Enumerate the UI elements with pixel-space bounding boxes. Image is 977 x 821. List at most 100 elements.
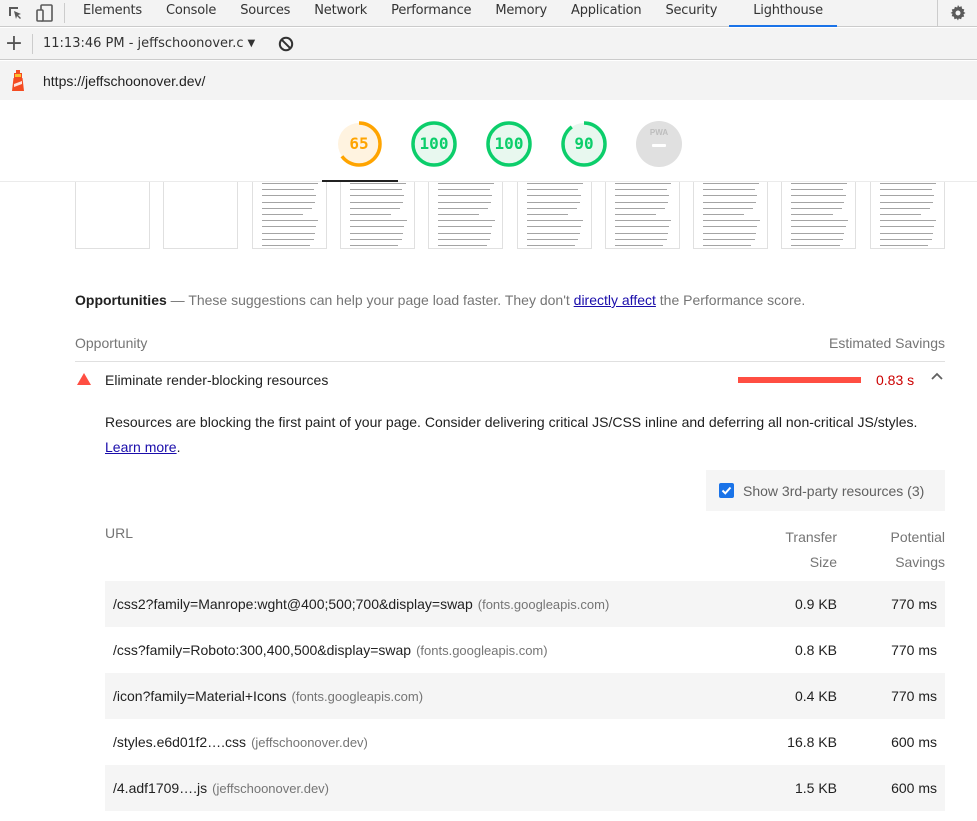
report-select[interactable]: 11:13:46 PM - jeffschoonover.c ▼ (43, 36, 255, 51)
third-party-label: Show 3rd-party resources (3) (743, 482, 925, 499)
resource-path: /4.adf1709….js (113, 780, 208, 796)
pwa-dash-icon (652, 144, 666, 147)
transfer-size-header-line1: Transfer (785, 529, 837, 545)
report-select-value: 11:13:46 PM - jeffschoonover.c (43, 36, 244, 51)
tab-network[interactable]: Network (302, 0, 379, 26)
filmstrip-frame (163, 182, 239, 249)
device-toolbar-button[interactable] (30, 0, 60, 26)
filmstrip-frame (516, 182, 592, 249)
tab-application[interactable]: Application (559, 0, 653, 26)
table-row: /css2?family=Manrope:wght@400;500;700&di… (105, 581, 945, 627)
transfer-size: 0.9 KB (794, 596, 837, 612)
estimated-savings-column: Estimated Savings (829, 335, 945, 351)
gear-icon (950, 5, 965, 21)
devtools-tab-bar: Elements Console Sources Network Performance… (0, 0, 977, 27)
tab-performance[interactable]: Performance (379, 0, 483, 26)
gauge-pwa[interactable]: PWA (635, 120, 683, 168)
inspect-element-button[interactable] (0, 0, 30, 26)
report-url-bar: https://jeffschoonover.dev/ (0, 61, 977, 100)
audit-title: Eliminate render-blocking resources (105, 372, 329, 388)
opportunity-column-headers: Opportunity Estimated Savings (75, 332, 945, 362)
directly-affect-link[interactable]: directly affect (574, 292, 656, 308)
opportunity-column: Opportunity (75, 335, 148, 351)
resource-path: /css2?family=Manrope:wght@400;500;700&di… (113, 596, 473, 612)
tab-elements[interactable]: Elements (71, 0, 154, 26)
chevron-up-icon[interactable] (930, 370, 944, 384)
resource-url: /styles.e6d01f2….css (jeffschoonover.dev) (113, 734, 368, 750)
tab-memory[interactable]: Memory (483, 0, 559, 26)
potential-savings-header-line2: Savings (895, 554, 945, 570)
resource-host: (fonts.googleapis.com) (477, 597, 610, 612)
potential-savings: 600 ms (891, 780, 937, 796)
opportunities-header: Opportunities — These suggestions can he… (75, 282, 945, 318)
filmstrip-frame (604, 182, 680, 249)
table-row: /4.adf1709….js (jeffschoonover.dev) 1.5 KB… (105, 765, 945, 811)
gauge-score: 90 (574, 134, 594, 153)
gauge-accessibility[interactable]: 100 (410, 120, 458, 168)
lighthouse-logo (0, 69, 36, 92)
device-icon (36, 4, 53, 22)
settings-button[interactable] (937, 0, 977, 26)
resource-host: (fonts.googleapis.com) (291, 689, 424, 704)
gauge-score: 100 (494, 134, 524, 153)
tab-console[interactable]: Console (154, 0, 228, 26)
resource-url: /css?family=Roboto:300,400,500&display=s… (113, 642, 548, 658)
gauge-best-practices[interactable]: 100 (485, 120, 533, 168)
resource-url: /4.adf1709….js (jeffschoonover.dev) (113, 780, 329, 796)
potential-savings: 770 ms (891, 596, 937, 612)
filmstrip-frame (339, 182, 415, 249)
potential-savings-column-header: Potential Savings (891, 525, 945, 575)
audit-description: Resources are blocking the first paint o… (105, 410, 925, 460)
gauge-score: 100 (419, 134, 449, 153)
checkmark-icon (721, 486, 732, 495)
opportunities-subtitle: These suggestions can help your page loa… (188, 292, 570, 308)
lighthouse-icon (12, 69, 24, 91)
clear-all-button[interactable] (277, 35, 295, 53)
dash: — (170, 292, 185, 308)
filmstrip-frame (75, 182, 150, 249)
tab-lighthouse[interactable]: Lighthouse (729, 0, 837, 27)
resource-path: /icon?family=Material+Icons (113, 688, 287, 704)
resource-path: /css?family=Roboto:300,400,500&display=s… (113, 642, 412, 658)
gauge-seo[interactable]: 90 (560, 120, 608, 168)
potential-savings: 770 ms (891, 642, 937, 658)
third-party-checkbox[interactable] (719, 483, 734, 498)
table-row: /icon?family=Material+Icons (fonts.google… (105, 673, 945, 719)
gauge-performance[interactable]: 65 (335, 120, 383, 168)
divider (64, 3, 65, 23)
filmstrip (75, 182, 945, 250)
potential-savings-header-line1: Potential (890, 529, 945, 545)
transfer-size: 0.8 KB (794, 642, 837, 658)
plus-icon: + (4, 30, 24, 56)
divider (32, 33, 33, 54)
opportunities-section: Opportunities — These suggestions can he… (75, 282, 945, 811)
filmstrip-frame (869, 182, 945, 249)
period: . (176, 439, 181, 455)
gauge-score: 65 (349, 134, 369, 153)
transfer-size-column-header: Transfer Size (785, 525, 837, 575)
url-column-header: URL (105, 525, 134, 541)
transfer-size: 1.5 KB (794, 780, 837, 796)
resource-url: /icon?family=Material+Icons (fonts.google… (113, 688, 423, 704)
filmstrip-frame (428, 182, 504, 249)
savings-bar (738, 377, 861, 383)
score-gauges: 65 100 100 90 PWA (0, 100, 977, 182)
resource-host: (jeffschoonover.dev) (212, 781, 330, 796)
audit-render-blocking[interactable]: Eliminate render-blocking resources 0.83… (75, 362, 945, 398)
opportunities-subtitle-end: the Performance score. (659, 292, 806, 308)
resource-table-header: URL Transfer Size Potential Savings (105, 521, 945, 579)
block-icon (278, 36, 294, 51)
tab-security[interactable]: Security (653, 0, 729, 26)
filmstrip-frame (693, 182, 769, 249)
learn-more-link[interactable]: Learn more (105, 439, 177, 455)
filmstrip-frame (781, 182, 857, 249)
resource-host: (jeffschoonover.dev) (251, 735, 368, 750)
table-row: /css?family=Roboto:300,400,500&display=s… (105, 627, 945, 673)
potential-savings: 600 ms (891, 734, 937, 750)
tab-sources[interactable]: Sources (228, 0, 302, 26)
lighthouse-toolbar: + 11:13:46 PM - jeffschoonover.c ▼ (0, 28, 977, 60)
potential-savings: 770 ms (891, 688, 937, 704)
transfer-size-header-line2: Size (809, 554, 837, 570)
third-party-filter[interactable]: Show 3rd-party resources (3) (706, 470, 945, 511)
new-report-button[interactable]: + (0, 30, 28, 58)
